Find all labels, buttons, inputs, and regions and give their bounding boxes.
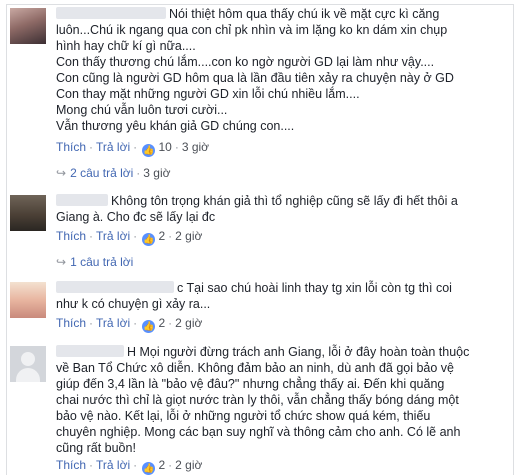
comment-text: c Tại sao chú hoài linh thay tg xin lỗi … <box>56 280 508 312</box>
comment-text: Nói thiệt hôm qua thấy chú ik về mặt cực… <box>56 6 508 134</box>
separator: · <box>89 458 94 472</box>
separator: · <box>133 229 138 243</box>
reply-link[interactable]: Trả lời <box>96 458 130 472</box>
reaction-count[interactable]: 2 <box>158 316 165 330</box>
avatar[interactable] <box>10 282 46 318</box>
thumbs-up-icon[interactable]: 👍 <box>142 320 156 333</box>
comment-line: như k có chuyện gì xảy ra... <box>56 297 211 311</box>
comment: Không tôn trọng khán giả thì tổ nghiệp c… <box>10 193 508 253</box>
like-link[interactable]: Thích <box>56 458 86 472</box>
separator: · <box>174 140 179 154</box>
separator: · <box>168 458 173 472</box>
comment-line: Mong chú vẫn luôn tươi cười... <box>56 103 228 117</box>
reaction-count[interactable]: 10 <box>158 140 171 154</box>
comment-line: cũng rất buồn! <box>56 441 136 455</box>
comment-line: chuyên nghiệp. Mong các bạn suy nghĩ và … <box>56 425 461 439</box>
replies-count-link[interactable]: 1 câu trả lời <box>70 255 133 269</box>
comment-line: c Tại sao chú hoài linh thay tg xin lỗi … <box>56 280 508 296</box>
replies-count-link[interactable]: 2 câu trả lời <box>70 166 133 180</box>
comment-line: H Mọi người đừng trách anh Giang, lỗi ở … <box>56 344 508 360</box>
reply-link[interactable]: Trả lời <box>96 140 130 154</box>
default-avatar-head <box>21 352 35 366</box>
separator: · <box>89 229 94 243</box>
author-name[interactable] <box>56 281 174 293</box>
avatar[interactable] <box>10 195 46 231</box>
view-replies[interactable]: ↪ 2 câu trả lời · 3 giờ <box>56 166 171 180</box>
separator: · <box>133 316 138 330</box>
comment: c Tại sao chú hoài linh thay tg xin lỗi … <box>10 280 508 336</box>
like-link[interactable]: Thích <box>56 316 86 330</box>
reply-link[interactable]: Trả lời <box>96 229 130 243</box>
comment-line: Con thấy thương chú lắm....con ko ngờ ng… <box>56 55 435 69</box>
comment-line: hình hay chữ kí gì nữa.... <box>56 39 196 53</box>
comment-line: Vẫn thương yêu khán giả GD chúng con.... <box>56 119 295 133</box>
default-avatar-body <box>16 368 40 382</box>
comment-line: về Ban Tổ Chức xô diễn. Không đảm bảo an… <box>56 361 455 375</box>
comment-line-text: Không tôn trọng khán giả thì tổ nghiệp c… <box>111 194 458 208</box>
comment-line-text: Nói thiệt hôm qua thấy chú ik về mặt cực… <box>169 7 440 21</box>
view-replies[interactable]: ↪ 1 câu trả lời <box>56 255 133 269</box>
author-name[interactable] <box>56 194 108 206</box>
comment-time[interactable]: 2 giờ <box>175 458 202 472</box>
comment: H Mọi người đừng trách anh Giang, lỗi ở … <box>10 344 508 475</box>
thumbs-up-icon[interactable]: 👍 <box>142 233 156 246</box>
comment-line: chai nước thì chỉ là giọt nước tràn ly t… <box>56 393 459 407</box>
comment-actions: Thích · Trả lời · 👍 2 · 2 giờ <box>56 458 202 475</box>
comment-actions: Thích · Trả lời · 👍 2 · 2 giờ <box>56 229 202 246</box>
like-link[interactable]: Thích <box>56 140 86 154</box>
comment-line: Không tôn trọng khán giả thì tổ nghiệp c… <box>56 193 508 209</box>
comment-line-text: c Tại sao chú hoài linh thay tg xin lỗi … <box>177 281 452 295</box>
avatar[interactable] <box>10 346 46 382</box>
separator: · <box>89 140 94 154</box>
comment-line-text: H Mọi người đừng trách anh Giang, lỗi ở … <box>127 345 470 359</box>
reaction-count[interactable]: 2 <box>158 229 165 243</box>
like-link[interactable]: Thích <box>56 229 86 243</box>
comment-text: H Mọi người đừng trách anh Giang, lỗi ở … <box>56 344 508 456</box>
reaction-count[interactable]: 2 <box>158 458 165 472</box>
avatar[interactable] <box>10 8 46 44</box>
replies-time: 3 giờ <box>143 166 171 180</box>
separator: · <box>168 229 173 243</box>
comment-line: Nói thiệt hôm qua thấy chú ik về mặt cực… <box>56 6 508 22</box>
thumbs-up-icon[interactable]: 👍 <box>142 144 156 157</box>
separator: · <box>168 316 173 330</box>
comment-time[interactable]: 3 giờ <box>182 140 209 154</box>
comment-line: giúp đến 3,4 lần là "bảo vệ đâu?" nhưng … <box>56 377 445 391</box>
comment-line: Giang à. Cho đc sẽ lấy lại đc <box>56 210 216 224</box>
author-name[interactable] <box>56 345 124 357</box>
thumbs-up-icon[interactable]: 👍 <box>142 462 156 475</box>
comment-text: Không tôn trọng khán giả thì tổ nghiệp c… <box>56 193 508 225</box>
comment-line: Con cũng là người GD hôm qua là lần đầu … <box>56 71 454 85</box>
author-name[interactable] <box>56 7 166 19</box>
reply-arrow-icon: ↪ <box>56 255 67 269</box>
separator: · <box>133 458 138 472</box>
comment-time[interactable]: 2 giờ <box>175 229 202 243</box>
comment-time[interactable]: 2 giờ <box>175 316 202 330</box>
comment-line: luôn...Chú ik ngang qua con chỉ pk nhìn … <box>56 23 448 37</box>
comment-actions: Thích · Trả lời · 👍 10 · 3 giờ <box>56 140 209 157</box>
comment: Nói thiệt hôm qua thấy chú ik về mặt cực… <box>10 6 508 157</box>
separator: · <box>89 316 94 330</box>
reply-link[interactable]: Trả lời <box>96 316 130 330</box>
separator: · <box>136 166 141 180</box>
reply-arrow-icon: ↪ <box>56 166 67 180</box>
comment-actions: Thích · Trả lời · 👍 2 · 2 giờ <box>56 316 202 333</box>
comment-line: bảo vệ nào. Kết lại, lỗi ở những người t… <box>56 409 431 423</box>
comment-line: Con thay mặt những người GD xin lỗi chú … <box>56 87 360 101</box>
separator: · <box>133 140 138 154</box>
